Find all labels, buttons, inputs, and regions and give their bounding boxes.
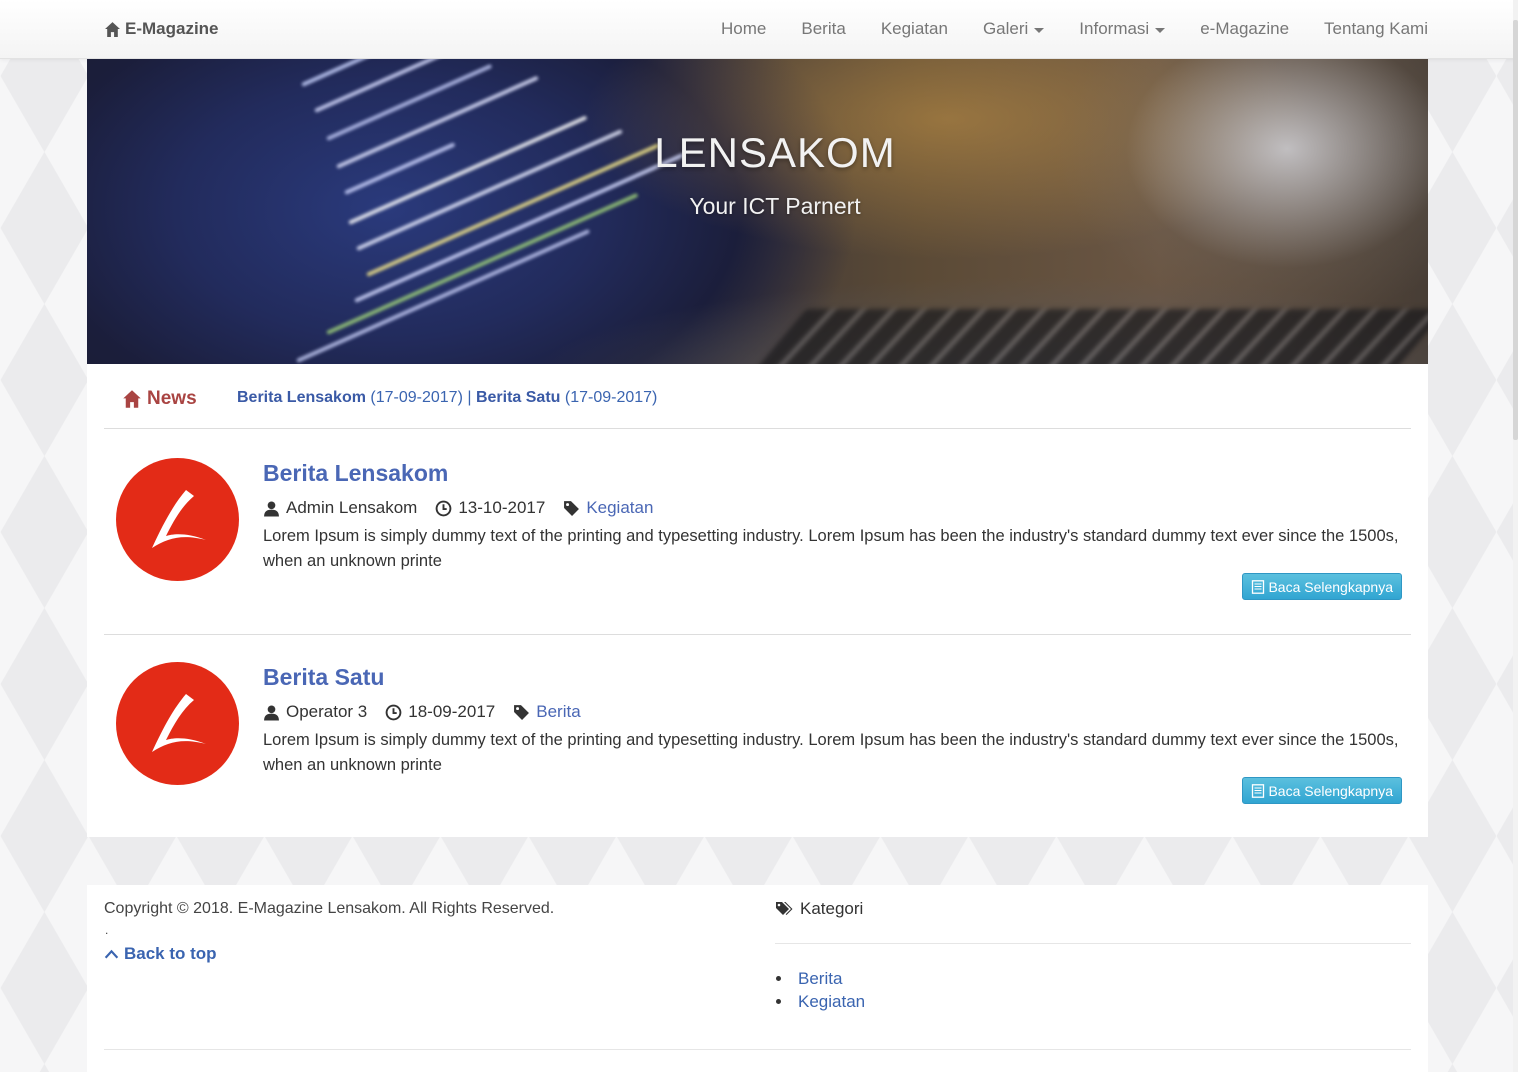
article-title[interactable]: Berita Satu <box>263 664 384 691</box>
article-item: Berita Satu Operator 3 18-09-2017 Berita… <box>104 634 1411 839</box>
home-icon <box>123 390 141 408</box>
page-scrollbar-thumb[interactable] <box>1513 20 1518 440</box>
article-thumbnail[interactable] <box>116 662 239 785</box>
user-icon <box>264 704 279 720</box>
clock-icon <box>385 704 402 720</box>
article-thumbnail[interactable] <box>116 458 239 581</box>
nav-informasi-dropdown[interactable]: Informasi <box>1079 18 1166 40</box>
ticker-item-title: Berita Lensakom <box>237 389 366 406</box>
article-author: Operator 3 <box>286 702 368 721</box>
document-icon <box>1252 579 1265 594</box>
back-to-top-label: Back to top <box>124 944 217 963</box>
lensakom-logo-icon <box>152 694 206 752</box>
chevron-up-icon <box>104 949 119 958</box>
ticker-item-title: Berita Satu <box>475 389 561 406</box>
tag-icon <box>564 500 580 516</box>
kategori-item-berita[interactable]: Berita <box>775 967 865 990</box>
caret-down-icon <box>1155 27 1166 33</box>
nav-berita[interactable]: Berita <box>801 18 845 40</box>
document-icon <box>1252 783 1265 798</box>
ticker-separator: | <box>467 389 472 406</box>
article-date: 18-09-2017 <box>408 702 496 721</box>
copyright-text: Copyright © 2018. E-Magazine Lensakom. A… <box>104 900 555 917</box>
kategori-divider <box>775 943 1411 944</box>
article-category-link[interactable]: Kegiatan <box>586 498 653 518</box>
nav-galeri-dropdown[interactable]: Galeri <box>982 18 1045 40</box>
footer: Copyright © 2018. E-Magazine Lensakom. A… <box>87 885 1428 1072</box>
hero-title: LENSAKOM <box>654 129 896 176</box>
keyboard-decor <box>747 309 1428 364</box>
news-label: News <box>122 388 197 410</box>
article-excerpt: Lorem Ipsum is simply dummy text of the … <box>263 731 1399 774</box>
read-more-label: Baca Selengkapnya <box>1268 782 1393 799</box>
main-nav: Home Berita Kegiatan Galeri Informasi e-… <box>721 18 1428 40</box>
user-icon <box>264 500 279 516</box>
nav-informasi-label: Informasi <box>1079 19 1150 38</box>
lensakom-logo-icon <box>152 490 206 548</box>
nav-tentang-kami-label: Tentang Kami <box>1324 19 1428 38</box>
kategori-heading: Kategori <box>775 899 863 919</box>
nav-berita-label: Berita <box>801 19 846 38</box>
nav-kegiatan[interactable]: Kegiatan <box>881 18 948 40</box>
kategori-title: Kategori <box>800 899 864 918</box>
nav-home-label: Home <box>721 19 767 38</box>
news-label-text: News <box>147 388 197 409</box>
hero-subtitle: Your ICT Parnert <box>689 193 861 219</box>
caret-down-icon <box>1034 27 1045 33</box>
code-line-decor <box>296 229 591 363</box>
kategori-item-kegiatan[interactable]: Kegiatan <box>775 990 865 1013</box>
kategori-list: Berita Kegiatan <box>775 967 865 1013</box>
article-excerpt: Lorem Ipsum is simply dummy text of the … <box>263 527 1399 570</box>
nav-e-magazine-label: e-Magazine <box>1200 19 1290 38</box>
tag-icon <box>514 704 530 720</box>
read-more-button[interactable]: Baca Selengkapnya <box>1242 573 1402 600</box>
ticker-item-date: (17-09-2017) <box>564 389 658 406</box>
ticker-item-date: (17-09-2017) <box>370 389 463 406</box>
content-panel: News Berita Lensakom (17-09-2017) | Beri… <box>87 364 1428 837</box>
ticker-items: Berita Lensakom (17-09-2017) | Berita Sa… <box>237 389 657 407</box>
nav-galeri-label: Galeri <box>982 19 1029 38</box>
hero-banner: LENSAKOM Your ICT Parnert <box>87 59 1428 364</box>
clock-icon <box>435 500 452 516</box>
ticker-item-2[interactable]: Berita Satu (17-09-2017) <box>476 389 657 406</box>
home-icon <box>105 21 120 37</box>
read-more-label: Baca Selengkapnya <box>1268 578 1393 595</box>
ticker-item-1[interactable]: Berita Lensakom (17-09-2017) <box>237 389 463 406</box>
article-author: Admin Lensakom <box>286 498 418 517</box>
back-to-top-link[interactable]: Back to top <box>104 944 217 964</box>
news-ticker: News Berita Lensakom (17-09-2017) | Beri… <box>104 364 1411 429</box>
nav-tentang-kami[interactable]: Tentang Kami <box>1324 18 1428 40</box>
footer-divider <box>104 1049 1411 1050</box>
article-category-link[interactable]: Berita <box>536 702 580 722</box>
brand-link[interactable]: E-Magazine <box>104 18 219 40</box>
navbar: E-Magazine Home Berita Kegiatan Galeri I… <box>0 0 1518 59</box>
article-title[interactable]: Berita Lensakom <box>263 460 448 487</box>
article-item: Berita Lensakom Admin Lensakom 13-10-201… <box>104 430 1411 635</box>
read-more-button[interactable]: Baca Selengkapnya <box>1242 777 1402 804</box>
brand-label: E-Magazine <box>125 19 219 38</box>
article-meta: Admin Lensakom 13-10-2017 Kegiatan <box>263 498 653 518</box>
footer-dot: . <box>105 923 109 937</box>
nav-e-magazine[interactable]: e-Magazine <box>1200 18 1289 40</box>
nav-home[interactable]: Home <box>721 18 766 40</box>
tags-icon <box>776 902 793 915</box>
article-meta: Operator 3 18-09-2017 Berita <box>263 702 581 722</box>
nav-kegiatan-label: Kegiatan <box>880 19 948 38</box>
article-date: 13-10-2017 <box>458 498 546 517</box>
